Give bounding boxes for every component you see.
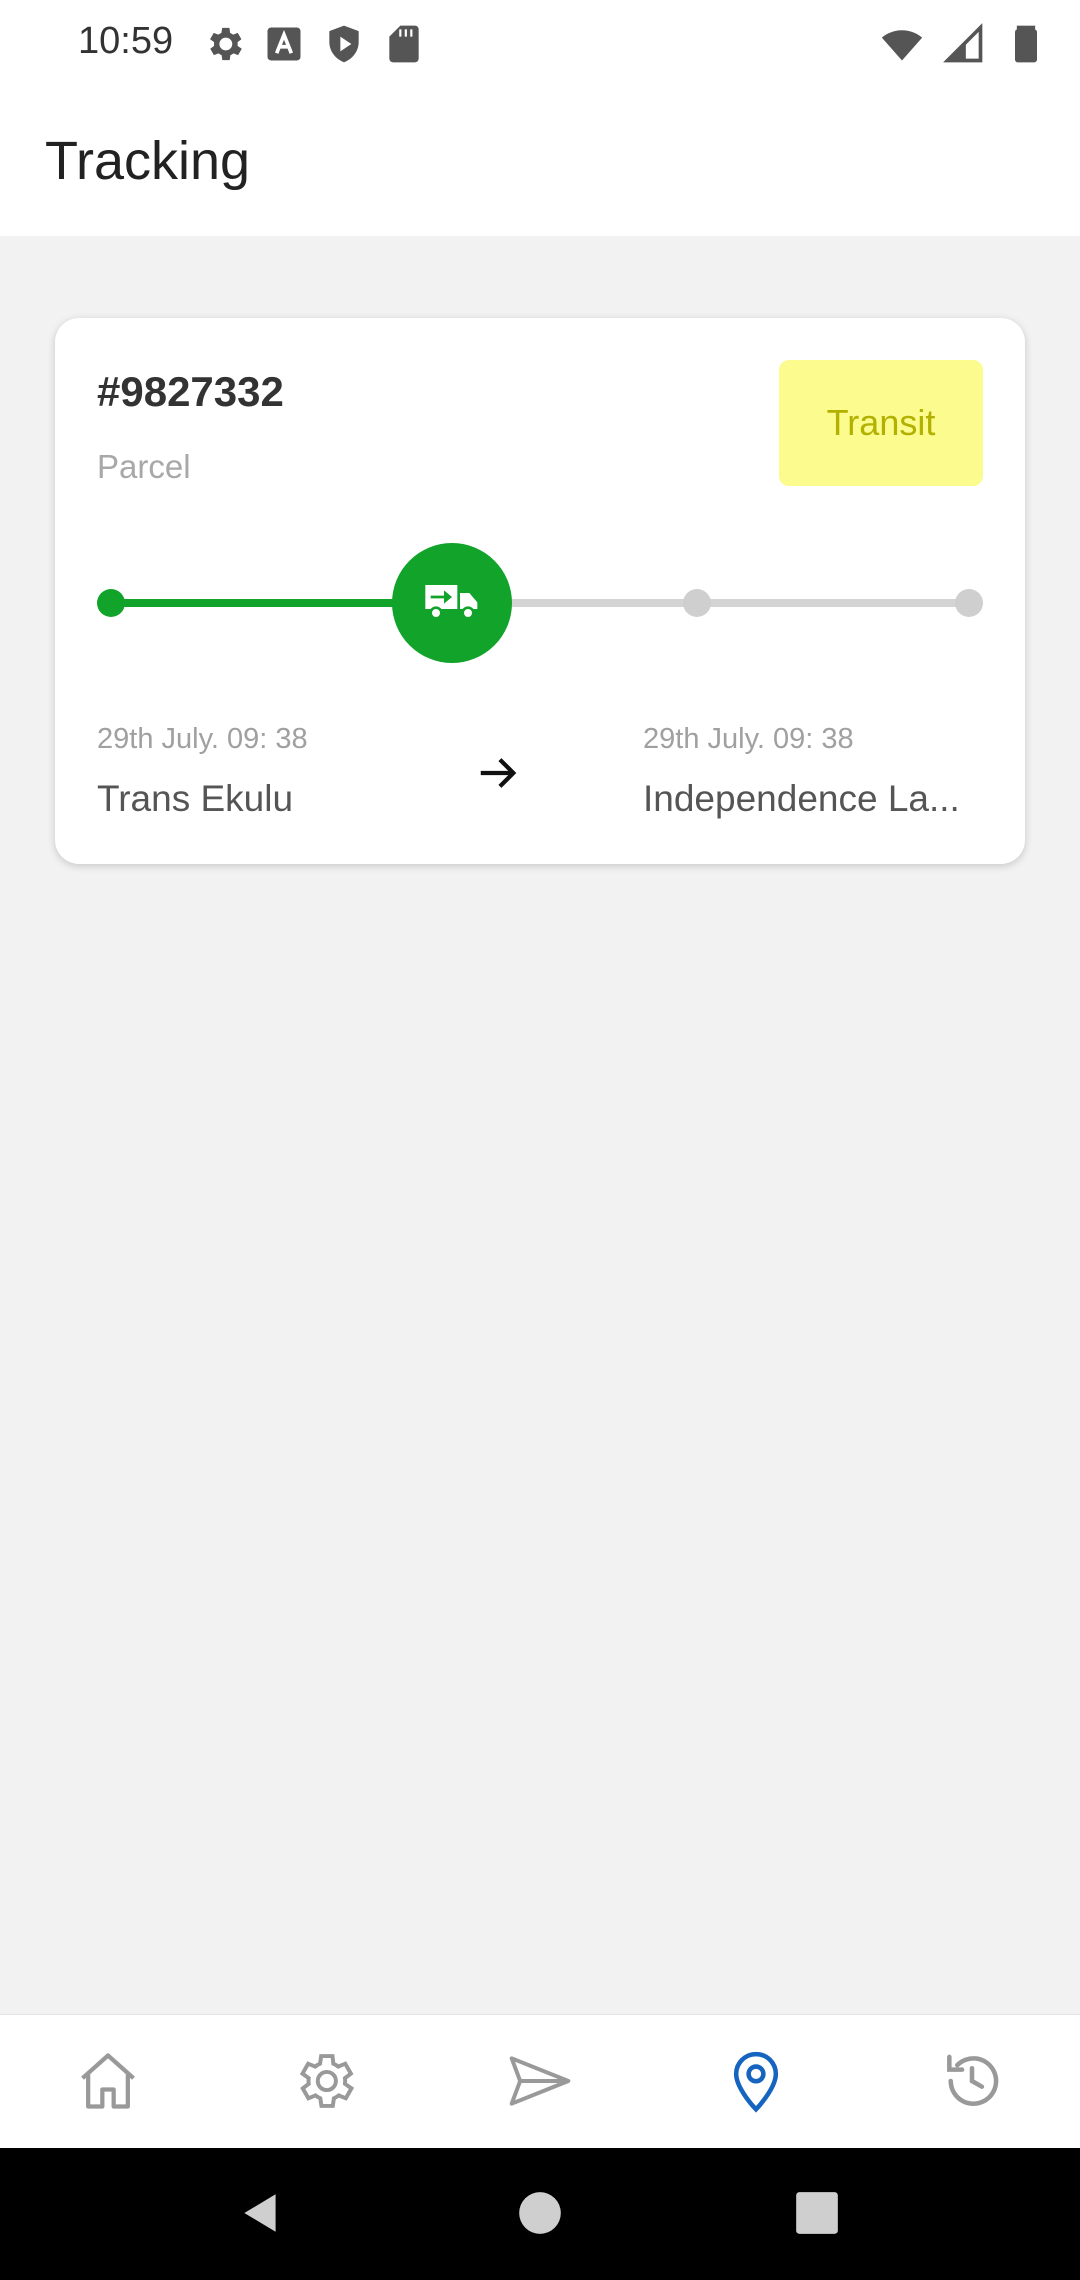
destination-place: Independence La... [643,778,960,819]
progress-step-destination [955,589,983,617]
origin-place: Trans Ekulu [97,778,294,819]
shipment-type: Parcel [97,448,191,485]
battery-icon [1004,22,1048,66]
wifi-icon [880,22,924,66]
progress-tracker [97,543,983,663]
font-a-icon [262,22,306,66]
bottom-navigation [0,2014,1080,2149]
progress-line-completed [109,599,439,607]
status-time: 10:59 [78,20,174,62]
arrow-right-icon [475,750,521,801]
nav-tracking[interactable] [718,2045,794,2121]
recents-icon[interactable] [792,2188,842,2243]
settings-icon [290,2047,358,2120]
sd-card-icon [382,22,426,66]
page-title: Tracking [45,131,251,191]
route-destination: 29th July. 09: 38 Independence La... [643,723,960,820]
send-icon [506,2047,574,2120]
destination-time: 29th July. 09: 38 [643,723,854,755]
location-pin-icon [722,2047,790,2120]
route-origin: 29th July. 09: 38 Trans Ekulu [97,723,308,820]
tracking-id: #9827332 [97,368,284,415]
status-icons-right [880,22,1048,66]
back-icon[interactable] [236,2188,286,2243]
status-bar: 10:59 [0,0,1080,90]
signal-icon [942,22,986,66]
nav-history[interactable] [934,2045,1010,2121]
nav-home[interactable] [70,2045,146,2121]
status-badge: Transit [779,360,983,486]
system-navigation-bar [0,2148,1080,2280]
nav-send[interactable] [502,2045,578,2121]
app-bar: Tracking [0,90,1080,236]
shipment-card[interactable]: #9827332 Parcel Transit 29th July. 09: 3… [55,318,1025,864]
history-icon [938,2047,1006,2120]
origin-time: 29th July. 09: 38 [97,723,308,755]
delivery-truck-icon [420,569,484,638]
shield-play-icon [322,22,366,66]
progress-step-3 [683,589,711,617]
gear-icon [202,22,246,66]
progress-step-current [392,543,512,663]
status-icons-left [202,22,426,66]
nav-settings[interactable] [286,2045,362,2121]
progress-step-origin [97,589,125,617]
home-icon [74,2047,142,2120]
home-circle-icon[interactable] [515,2188,565,2243]
